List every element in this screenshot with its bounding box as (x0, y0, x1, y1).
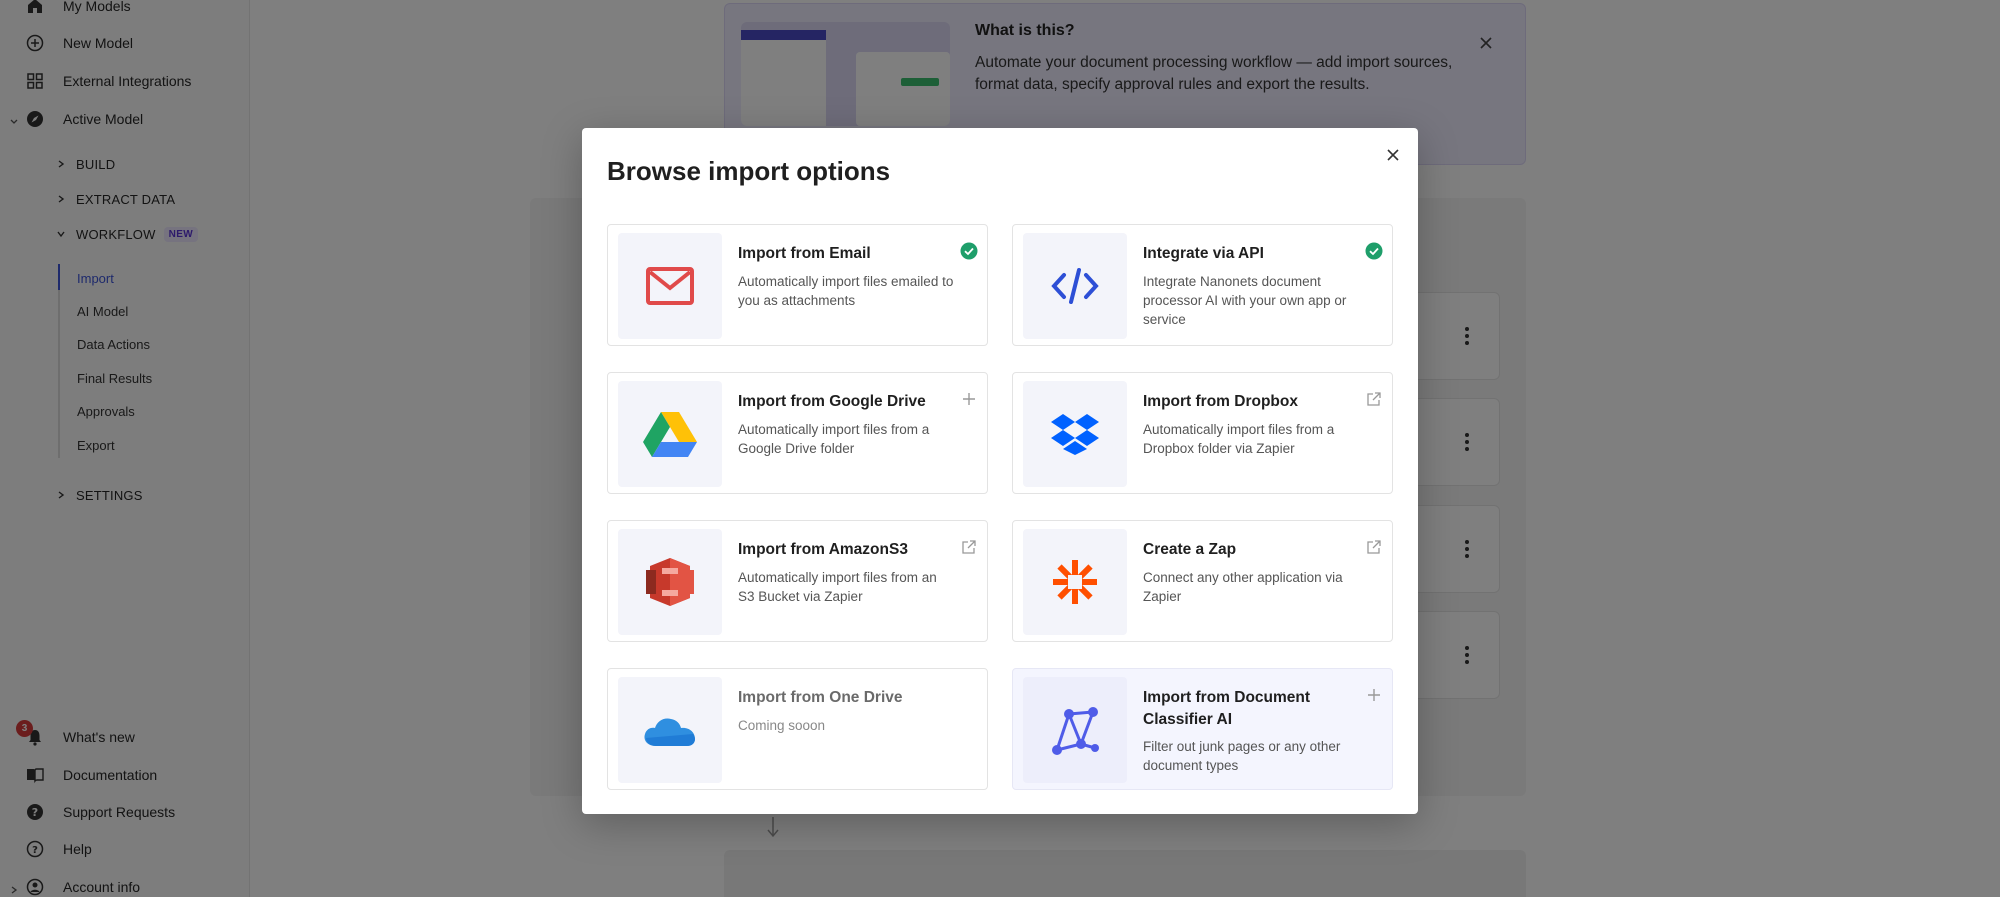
option-desc: Automatically import files from a Google… (738, 422, 930, 456)
option-import-amazon-s3[interactable]: Import from AmazonS3 Automatically impor… (607, 520, 988, 642)
option-import-dropbox[interactable]: Import from Dropbox Automatically import… (1012, 372, 1393, 494)
option-desc: Coming sooon (738, 718, 826, 733)
option-title: Import from Document Classifier AI (1143, 689, 1311, 728)
external-link-icon[interactable] (960, 538, 978, 556)
gmail-icon (618, 233, 722, 339)
option-desc: Filter out junk pages or any other docum… (1143, 739, 1341, 773)
option-import-document-classifier[interactable]: Import from Document Classifier AI Filte… (1012, 668, 1393, 790)
external-link-icon[interactable] (1365, 538, 1383, 556)
amazon-s3-icon (618, 529, 722, 635)
option-title: Import from AmazonS3 (738, 541, 908, 558)
option-import-google-drive[interactable]: Import from Google Drive Automatically i… (607, 372, 988, 494)
dropbox-icon (1023, 381, 1127, 487)
code-icon (1023, 233, 1127, 339)
option-title: Import from Email (738, 245, 871, 262)
zapier-icon (1023, 529, 1127, 635)
option-integrate-api[interactable]: Integrate via API Integrate Nanonets doc… (1012, 224, 1393, 346)
option-title: Import from Google Drive (738, 393, 926, 410)
option-import-one-drive: Import from One Drive Coming sooon (607, 668, 988, 790)
external-link-icon[interactable] (1365, 390, 1383, 408)
option-desc: Connect any other application via Zapier (1143, 570, 1343, 604)
option-create-zap[interactable]: Create a Zap Connect any other applicati… (1012, 520, 1393, 642)
plus-icon[interactable] (960, 390, 978, 408)
classifier-graph-icon (1023, 677, 1127, 783)
option-title: Integrate via API (1143, 245, 1264, 262)
option-title: Import from One Drive (738, 689, 903, 706)
check-circle-icon (960, 242, 978, 260)
check-circle-icon (1365, 242, 1383, 260)
option-desc: Automatically import files emailed to yo… (738, 274, 954, 308)
option-desc: Integrate Nanonets document processor AI… (1143, 274, 1347, 327)
option-import-email[interactable]: Import from Email Automatically import f… (607, 224, 988, 346)
google-drive-icon (618, 381, 722, 487)
option-desc: Automatically import files from a Dropbo… (1143, 422, 1335, 456)
option-title: Import from Dropbox (1143, 393, 1298, 410)
option-title: Create a Zap (1143, 541, 1237, 558)
onedrive-icon (618, 677, 722, 783)
modal-title: Browse import options (607, 156, 891, 186)
import-options-modal: Browse import options Import from Email … (582, 128, 1418, 814)
plus-icon[interactable] (1365, 686, 1383, 704)
option-desc: Automatically import files from an S3 Bu… (738, 570, 937, 604)
close-icon[interactable] (1384, 146, 1402, 164)
